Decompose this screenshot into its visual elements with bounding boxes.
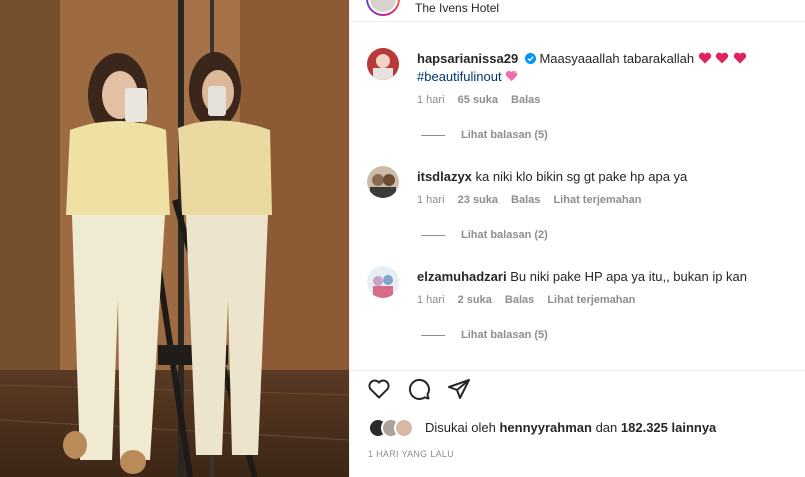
comment-time[interactable]: 1 hari — [417, 294, 445, 306]
view-replies-label: Lihat balasan (2) — [461, 229, 548, 241]
likes-count-link[interactable]: 182.325 lainnya — [621, 420, 716, 435]
comment-text: Bu niki pake HP apa ya itu,, bukan ip ka… — [510, 269, 748, 284]
commenter-avatar[interactable] — [367, 166, 399, 198]
liker-avatar — [394, 418, 414, 438]
heart-icon[interactable] — [367, 377, 391, 401]
comment-icon[interactable] — [407, 377, 431, 401]
author-avatar[interactable] — [366, 0, 400, 16]
comment-likes[interactable]: 2 suka — [458, 294, 492, 306]
see-translation-button[interactable]: Lihat terjemahan — [553, 194, 641, 206]
likes-text: Disukai oleh hennyyrahman dan 182.325 la… — [425, 420, 716, 435]
comment-meta: 1 hari 23 suka Balas Lihat terjemahan — [417, 194, 651, 206]
red-heart-emoji-icon — [716, 52, 729, 64]
comment-time[interactable]: 1 hari — [417, 194, 445, 206]
view-replies-button[interactable]: Lihat balasan (2) — [421, 229, 548, 241]
comment-body: elzamuhadzari Bu niki pake HP apa ya itu… — [417, 268, 776, 286]
comment-body: hapsarianissa29 Maasyaaallah tabarakalla… — [417, 50, 776, 86]
see-translation-button[interactable]: Lihat terjemahan — [547, 294, 635, 306]
red-heart-emoji-icon — [698, 52, 711, 64]
instagram-post-view: The Ivens Hotel hapsarianissa29 Maasyaaa… — [0, 0, 805, 477]
comment-meta: 1 hari 65 suka Balas — [417, 94, 550, 106]
reply-button[interactable]: Balas — [511, 94, 540, 106]
replies-divider — [421, 334, 445, 336]
sparkling-heart-emoji-icon — [505, 70, 518, 82]
reply-button[interactable]: Balas — [511, 194, 540, 206]
commenter-avatar[interactable] — [367, 48, 399, 80]
comment-username[interactable]: itsdlazyx — [417, 169, 472, 184]
comment-text: ka niki klo bikin sg gt pake hp apa ya — [475, 169, 688, 184]
liker-avatars[interactable] — [368, 417, 424, 439]
comment-text: Maasyaaallah tabarakallah — [539, 51, 695, 66]
post-photo[interactable] — [0, 0, 349, 477]
view-replies-button[interactable]: Lihat balasan (5) — [421, 129, 548, 141]
liker-username[interactable]: hennyyrahman — [499, 420, 591, 435]
view-replies-label: Lihat balasan (5) — [461, 329, 548, 341]
comment-time[interactable]: 1 hari — [417, 94, 445, 106]
likes-conjunction: dan — [595, 420, 618, 435]
comment-body: itsdlazyx ka niki klo bikin sg gt pake h… — [417, 168, 776, 186]
commenter-avatar[interactable] — [367, 266, 399, 298]
share-icon[interactable] — [447, 377, 471, 401]
post-detail-panel: The Ivens Hotel hapsarianissa29 Maasyaaa… — [349, 0, 805, 477]
replies-divider — [421, 234, 445, 236]
red-heart-emoji-icon — [733, 52, 747, 64]
post-location[interactable]: The Ivens Hotel — [415, 1, 499, 15]
replies-divider — [421, 134, 445, 136]
comment-hashtag[interactable]: #beautifulinout — [417, 69, 502, 84]
view-replies-button[interactable]: Lihat balasan (5) — [421, 329, 548, 341]
comment-meta: 1 hari 2 suka Balas Lihat terjemahan — [417, 294, 645, 306]
verified-badge-icon — [524, 53, 536, 64]
comment-likes[interactable]: 65 suka — [458, 94, 498, 106]
post-actions-bar — [350, 370, 805, 406]
post-header: The Ivens Hotel — [350, 0, 805, 22]
likes-prefix: Disukai oleh — [425, 420, 496, 435]
comment-likes[interactable]: 23 suka — [458, 194, 498, 206]
comment-username[interactable]: elzamuhadzari — [417, 269, 507, 284]
reply-button[interactable]: Balas — [505, 294, 534, 306]
post-timestamp[interactable]: 1 HARI YANG LALU — [368, 449, 454, 459]
view-replies-label: Lihat balasan (5) — [461, 129, 548, 141]
comment-username[interactable]: hapsarianissa29 — [417, 51, 518, 66]
